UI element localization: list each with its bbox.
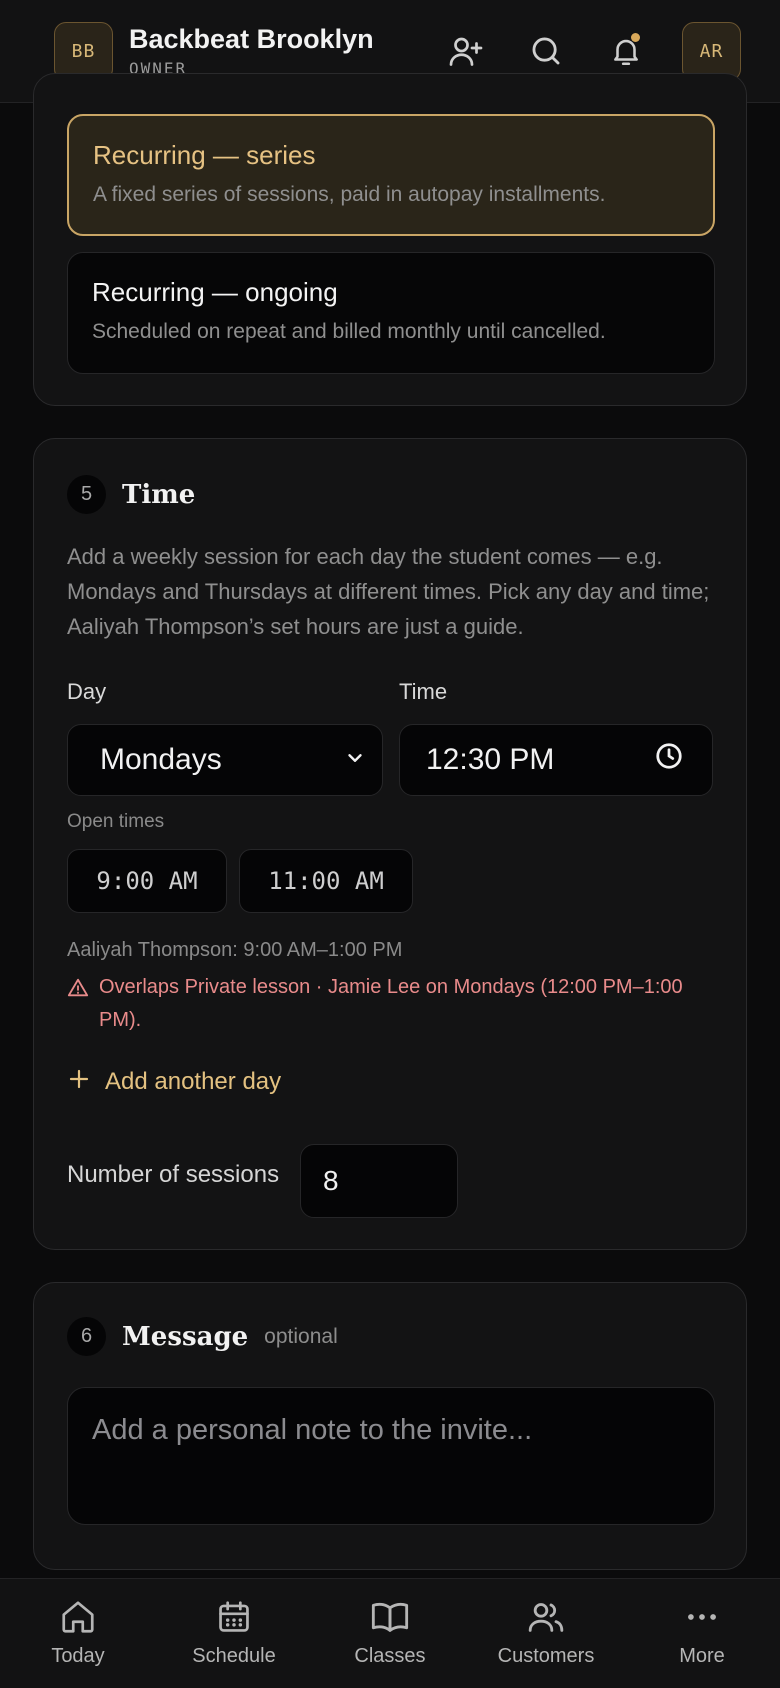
time-card: 5 Time Add a weekly session for each day… [33, 438, 747, 1250]
brand-block: Backbeat Brooklyn OWNER [129, 24, 406, 78]
warning-icon [67, 977, 89, 1004]
nav-label: Classes [354, 1645, 426, 1667]
message-textarea[interactable]: Add a personal note to the invite... [67, 1387, 715, 1525]
section-number: 6 [67, 1317, 106, 1356]
clock-icon[interactable] [654, 741, 684, 779]
time-input[interactable]: 12:30 PM [399, 724, 713, 796]
day-select[interactable]: Mondays [67, 724, 383, 796]
open-time-chip[interactable]: 11:00 AM [239, 849, 413, 913]
message-section-header: 6 Message optional [67, 1317, 338, 1356]
calendar-icon [214, 1597, 254, 1637]
nav-item-today[interactable]: Today [0, 1579, 156, 1688]
option-title: Recurring — series [93, 140, 316, 170]
nav-label: Today [51, 1645, 105, 1667]
brand-name: Backbeat Brooklyn [129, 24, 374, 54]
sessions-label: Number of sessions [67, 1161, 280, 1188]
overlap-warning: Overlaps Private lesson · Jamie Lee on M… [67, 971, 699, 1037]
time-label: Time [399, 679, 448, 704]
section-title: Message [122, 1321, 249, 1352]
nav-item-customers[interactable]: Customers [468, 1579, 624, 1688]
app-root: BB Backbeat Brooklyn OWNER AR Recurring … [0, 0, 780, 1688]
time-help-text: Add a weekly session for each day the st… [67, 544, 710, 639]
day-label: Day [67, 679, 107, 704]
users-icon [526, 1597, 566, 1637]
option-recurring-ongoing[interactable]: Recurring — ongoing Scheduled on repeat … [67, 252, 715, 374]
option-description: Scheduled on repeat and billed monthly u… [92, 320, 606, 343]
time-section-header: 5 Time [67, 475, 195, 514]
warning-text: Overlaps Private lesson · Jamie Lee on M… [99, 976, 683, 1031]
section-number: 5 [67, 475, 106, 514]
more-icon [682, 1597, 722, 1637]
section-title: Time [122, 479, 196, 510]
nav-label: Schedule [192, 1645, 276, 1667]
home-icon [58, 1597, 98, 1637]
plus-icon [67, 1067, 91, 1096]
user-avatar[interactable]: AR [682, 21, 741, 81]
nav-item-more[interactable]: More [624, 1579, 780, 1688]
option-recurring-series[interactable]: Recurring — series A fixed series of ses… [67, 114, 715, 236]
chevron-down-icon [344, 743, 366, 777]
open-time-chip[interactable]: 9:00 AM [67, 849, 227, 913]
studio-badge[interactable]: BB [54, 21, 113, 81]
booking-type-card: Recurring — series A fixed series of ses… [33, 73, 747, 406]
bottom-nav: Today Schedule Classes Customers More [0, 1578, 780, 1688]
time-input-value: 12:30 PM [426, 743, 555, 776]
option-description: A fixed series of sessions, paid in auto… [93, 183, 606, 206]
open-times-label: Open times [67, 811, 165, 832]
add-another-day-button[interactable]: Add another day [67, 1067, 281, 1096]
book-icon [370, 1597, 410, 1637]
day-select-value: Mondays [100, 743, 222, 776]
add-user-icon[interactable] [446, 31, 486, 71]
bell-icon[interactable] [606, 31, 646, 71]
optional-label: optional [264, 1324, 338, 1348]
nav-label: Customers [497, 1645, 595, 1667]
option-title: Recurring — ongoing [92, 277, 338, 307]
add-day-label: Add another day [105, 1067, 282, 1095]
notification-dot [631, 33, 640, 42]
message-card: 6 Message optional Add a personal note t… [33, 1282, 747, 1570]
nav-item-schedule[interactable]: Schedule [156, 1579, 312, 1688]
nav-label: More [679, 1645, 725, 1667]
search-icon[interactable] [526, 31, 566, 71]
instructor-hours: Aaliyah Thompson: 9:00 AM–1:00 PM [67, 939, 403, 961]
nav-item-classes[interactable]: Classes [312, 1579, 468, 1688]
sessions-input[interactable]: 8 [300, 1144, 458, 1218]
